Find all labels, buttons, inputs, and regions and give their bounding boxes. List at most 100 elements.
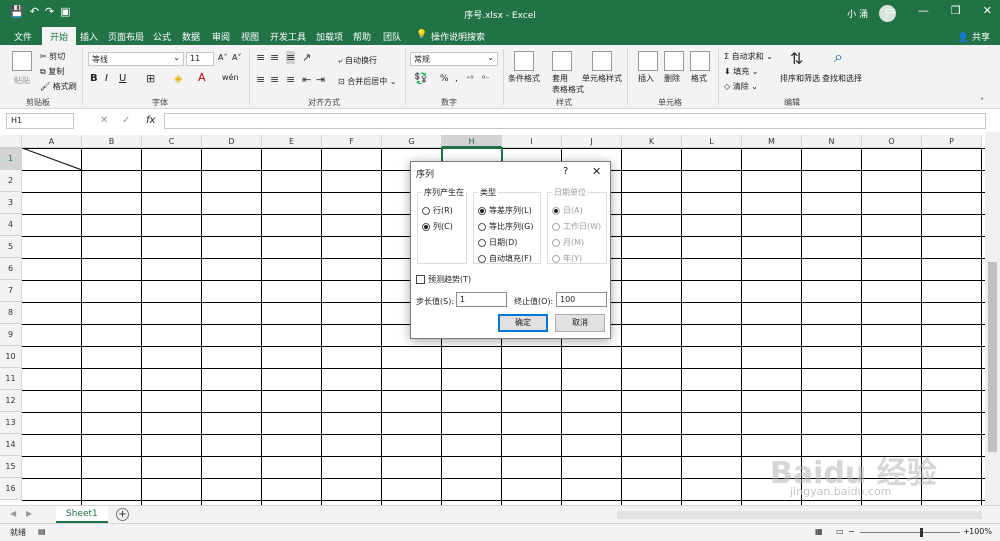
row-header-5[interactable]: 5 xyxy=(0,236,22,258)
column-header-g[interactable]: G xyxy=(382,135,442,148)
font-family-select[interactable]: 等线 ⌄ xyxy=(88,52,184,66)
normal-view-icon[interactable]: ▦ xyxy=(815,527,823,536)
phonetic-button[interactable]: wén xyxy=(222,73,239,82)
clear-button[interactable]: ◇ 清除 ⌄ xyxy=(724,81,758,92)
cancel-icon[interactable]: ✕ xyxy=(100,115,108,126)
ribbon-display-icon[interactable]: ▭ xyxy=(886,4,896,17)
trend-checkbox[interactable]: 预测趋势(T) xyxy=(416,274,471,285)
column-header-d[interactable]: D xyxy=(202,135,262,148)
column-header-n[interactable]: N xyxy=(802,135,862,148)
font-size-select[interactable]: 11 xyxy=(186,52,214,66)
close-button[interactable]: ✕ xyxy=(983,4,992,17)
step-value-input[interactable]: 1 xyxy=(456,292,507,307)
column-header-m[interactable]: M xyxy=(742,135,802,148)
conditional-format-button[interactable]: 条件格式 xyxy=(508,73,540,84)
currency-icon[interactable]: 💱 xyxy=(414,72,428,85)
radio-autofill[interactable]: 自动填充(F) xyxy=(478,253,532,264)
row-header-8[interactable]: 8 xyxy=(0,302,22,324)
format-as-table-icon[interactable] xyxy=(552,51,572,71)
column-header-c[interactable]: C xyxy=(142,135,202,148)
radio-growth[interactable]: 等比序列(G) xyxy=(478,221,533,232)
insert-function-icon[interactable]: fx xyxy=(146,115,155,126)
align-center-icon[interactable]: ≡ xyxy=(270,73,279,86)
macro-record-icon[interactable]: ▤ xyxy=(38,527,46,536)
tab-addins[interactable]: 加载项 xyxy=(316,30,343,43)
insert-cells-icon[interactable] xyxy=(638,51,658,71)
horizontal-scrollbar[interactable] xyxy=(617,511,982,519)
select-all-corner[interactable] xyxy=(0,135,22,148)
column-header-f[interactable]: F xyxy=(322,135,382,148)
align-left-icon[interactable]: ≡ xyxy=(256,73,265,86)
font-color-icon[interactable]: A xyxy=(198,71,206,84)
zoom-slider[interactable] xyxy=(860,532,960,533)
cell-styles-icon[interactable] xyxy=(592,51,612,71)
column-header-b[interactable]: B xyxy=(82,135,142,148)
column-header-e[interactable]: E xyxy=(262,135,322,148)
bold-button[interactable]: B xyxy=(90,73,98,84)
delete-cells-icon[interactable] xyxy=(664,51,684,71)
sort-filter-button[interactable]: 排序和筛选 xyxy=(780,73,820,84)
radio-date[interactable]: 日期(D) xyxy=(478,237,517,248)
row-header-4[interactable]: 4 xyxy=(0,214,22,236)
wrap-text-button[interactable]: ⤶ 自动换行 xyxy=(338,55,377,66)
tab-developer[interactable]: 开发工具 xyxy=(270,30,306,43)
sheet-tab-sheet1[interactable]: Sheet1 xyxy=(56,506,108,523)
grow-font-button[interactable]: A˄ xyxy=(218,53,227,62)
tab-view[interactable]: 视图 xyxy=(241,30,259,43)
row-header-9[interactable]: 9 xyxy=(0,324,22,346)
format-cells-button[interactable]: 格式 xyxy=(691,73,707,84)
shrink-font-button[interactable]: A˅ xyxy=(232,53,241,62)
scrollbar-thumb[interactable] xyxy=(988,262,997,452)
tell-me-search[interactable]: 操作说明搜索 xyxy=(431,30,485,43)
stop-value-input[interactable]: 100 xyxy=(556,292,607,307)
radio-rows[interactable]: 行(R) xyxy=(422,205,453,216)
row-header-1[interactable]: 1 xyxy=(0,148,22,170)
vertical-scrollbar[interactable] xyxy=(985,132,1000,510)
zoom-slider-handle[interactable] xyxy=(920,528,923,537)
fill-color-icon[interactable]: ◈ xyxy=(174,72,182,85)
zoom-out-icon[interactable]: − xyxy=(848,527,855,536)
find-select-button[interactable]: 查找和选择 xyxy=(822,73,862,84)
format-as-table-button[interactable]: 套用 表格格式 xyxy=(552,73,584,95)
user-name[interactable]: 小 涌 xyxy=(847,7,868,20)
align-middle-icon[interactable]: ≡ xyxy=(270,51,279,64)
increase-decimal-icon[interactable]: ⁺⁰ xyxy=(466,74,473,83)
paste-button[interactable]: 粘贴 xyxy=(14,75,30,86)
radio-linear[interactable]: 等差序列(L) xyxy=(478,205,532,216)
number-format-select[interactable]: 常规 ⌄ xyxy=(410,52,498,66)
next-sheet-icon[interactable]: ▶ xyxy=(26,509,32,518)
enter-icon[interactable]: ✓ xyxy=(122,115,130,126)
row-header-2[interactable]: 2 xyxy=(0,170,22,192)
tab-home[interactable]: 开始 xyxy=(42,27,77,45)
radio-columns[interactable]: 列(C) xyxy=(422,221,453,232)
align-right-icon[interactable]: ≡ xyxy=(286,73,295,86)
cut-button[interactable]: ✂ 剪切 xyxy=(40,51,65,62)
row-header-6[interactable]: 6 xyxy=(0,258,22,280)
row-header-11[interactable]: 11 xyxy=(0,368,22,390)
row-header-16[interactable]: 16 xyxy=(0,478,22,500)
italic-button[interactable]: I xyxy=(105,73,108,84)
cancel-button[interactable]: 取消 xyxy=(555,314,605,332)
tab-page-layout[interactable]: 页面布局 xyxy=(108,30,144,43)
tab-formulas[interactable]: 公式 xyxy=(153,30,171,43)
cell-styles-button[interactable]: 单元格样式 xyxy=(582,73,622,84)
add-sheet-button[interactable]: + xyxy=(116,508,129,521)
minimize-button[interactable]: — xyxy=(918,4,929,17)
column-header-i[interactable]: I xyxy=(502,135,562,148)
percent-button[interactable]: % xyxy=(440,74,449,84)
page-layout-view-icon[interactable]: ▭ xyxy=(836,527,844,536)
outdent-icon[interactable]: ⇥ xyxy=(316,73,325,86)
tab-data[interactable]: 数据 xyxy=(182,30,200,43)
tab-review[interactable]: 审阅 xyxy=(212,30,230,43)
delete-cells-button[interactable]: 删除 xyxy=(664,73,680,84)
format-cells-icon[interactable] xyxy=(690,51,710,71)
help-button[interactable]: ? xyxy=(563,166,568,177)
comma-button[interactable]: , xyxy=(455,74,458,84)
tab-insert[interactable]: 插入 xyxy=(80,30,98,43)
underline-button[interactable]: U xyxy=(119,73,126,84)
tab-help[interactable]: 帮助 xyxy=(353,30,371,43)
copy-button[interactable]: ⧉ 复制 xyxy=(40,66,64,77)
column-header-l[interactable]: L xyxy=(682,135,742,148)
row-header-15[interactable]: 15 xyxy=(0,456,22,478)
row-header-7[interactable]: 7 xyxy=(0,280,22,302)
